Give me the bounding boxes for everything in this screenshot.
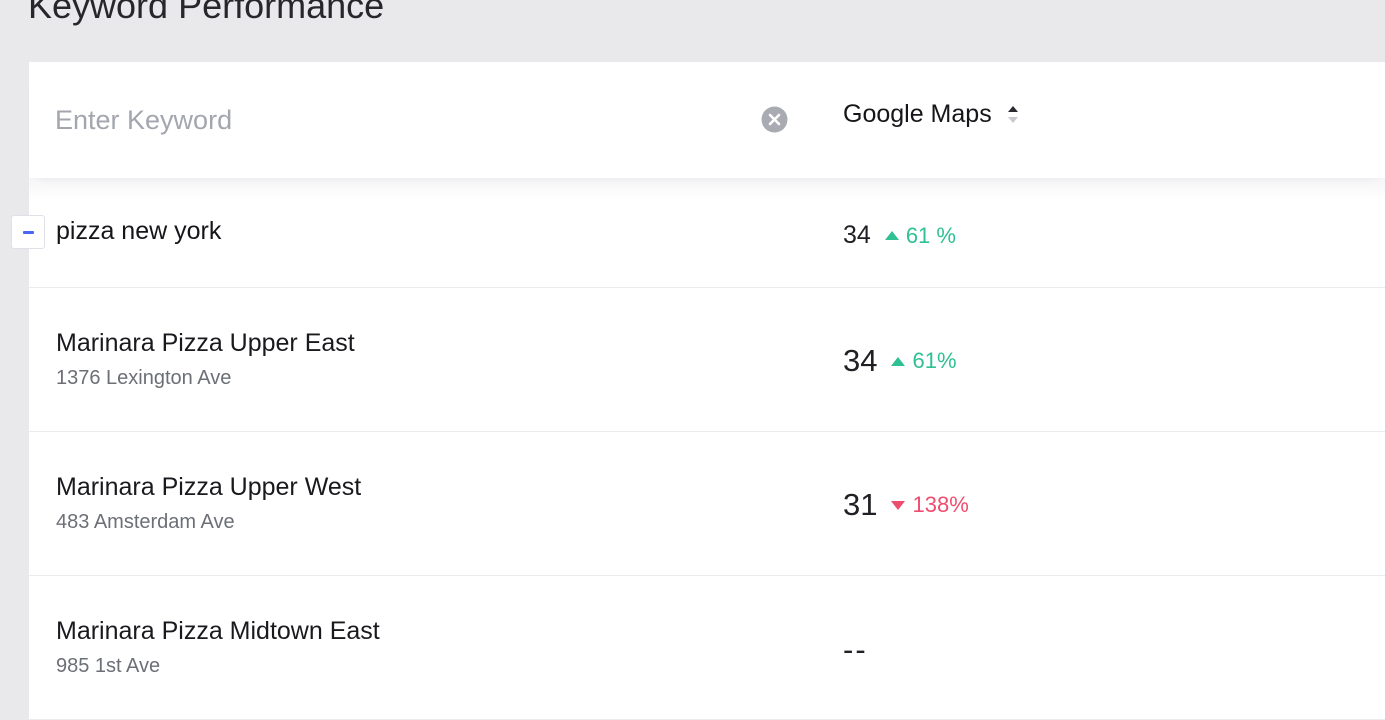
location-name: Marinara Pizza Upper West bbox=[56, 473, 362, 501]
location-address: 1376 Lexington Ave bbox=[56, 367, 232, 389]
table-header: Google Maps bbox=[29, 62, 1385, 178]
keyword-label: pizza new york bbox=[56, 217, 222, 245]
location-address: 483 Amsterdam Ave bbox=[56, 511, 235, 533]
page-title: Keyword Performance bbox=[28, 0, 385, 26]
location-address: 985 1st Ave bbox=[56, 655, 161, 677]
location-rank: 31 138% bbox=[843, 487, 969, 523]
rank-value: 31 bbox=[843, 487, 878, 522]
rank-change: 61% bbox=[891, 348, 957, 374]
triangle-down-icon bbox=[891, 500, 906, 510]
rank-change-value: 61 % bbox=[905, 222, 956, 248]
keyword-search-input[interactable] bbox=[55, 98, 745, 142]
rank-value: -- bbox=[843, 632, 868, 667]
rank-value: 34 bbox=[843, 221, 871, 249]
rank-change: 61 % bbox=[884, 222, 956, 249]
triangle-up-icon bbox=[891, 356, 906, 366]
triangle-up-icon bbox=[884, 231, 899, 240]
location-name: Marinara Pizza Midtown East bbox=[56, 617, 380, 645]
location-row[interactable]: Marinara Pizza Midtown East 985 1st Ave … bbox=[29, 576, 1385, 720]
google-maps-column-header[interactable]: Google Maps bbox=[843, 100, 1020, 129]
rank-change-value: 61% bbox=[912, 348, 957, 373]
location-row[interactable]: Marinara Pizza Upper East 1376 Lexington… bbox=[29, 288, 1385, 432]
location-name: Marinara Pizza Upper East bbox=[56, 329, 355, 357]
minus-icon bbox=[22, 230, 34, 234]
collapse-button[interactable] bbox=[11, 215, 45, 249]
rank-change: 138% bbox=[891, 492, 969, 518]
keyword-row[interactable]: pizza new york 34 61 % bbox=[11, 178, 1385, 288]
location-rank: -- bbox=[843, 632, 868, 668]
location-rank: 34 61% bbox=[843, 343, 957, 379]
rank-change-value: 138% bbox=[912, 492, 969, 517]
column-header-label: Google Maps bbox=[843, 100, 992, 128]
clear-icon[interactable] bbox=[761, 106, 788, 133]
location-row[interactable]: Marinara Pizza Upper West 483 Amsterdam … bbox=[29, 432, 1385, 576]
keyword-rank: 34 61 % bbox=[843, 221, 956, 250]
rank-value: 34 bbox=[843, 343, 878, 378]
sort-up-icon[interactable] bbox=[1006, 104, 1020, 126]
keyword-performance-table: Google Maps pizza new york 34 61 % Marin… bbox=[11, 62, 1385, 720]
